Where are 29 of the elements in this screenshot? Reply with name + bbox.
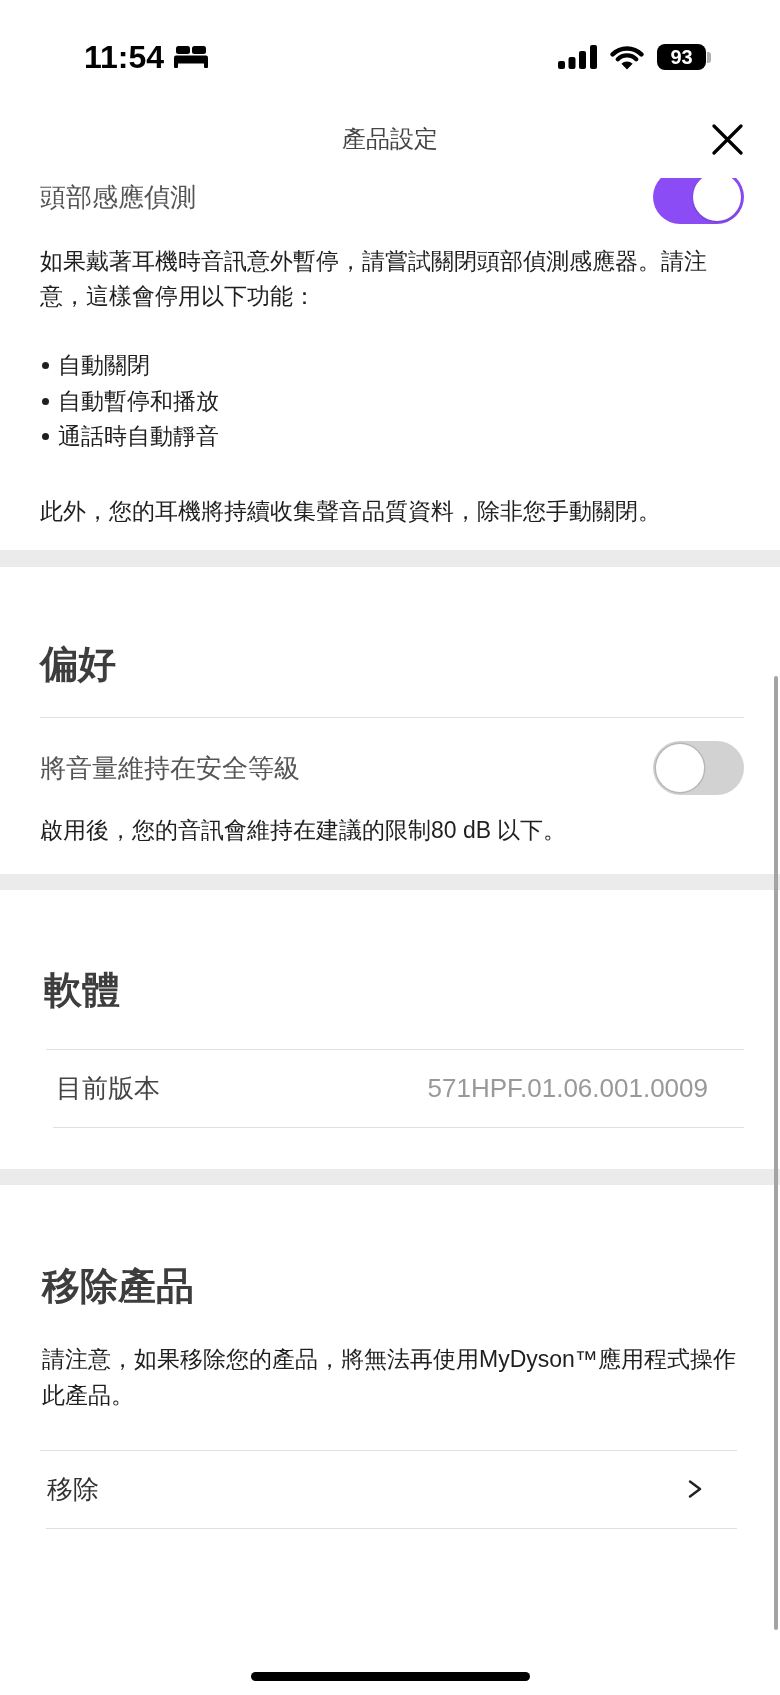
bullet-icon	[42, 362, 49, 370]
section-heading: 軟體	[44, 967, 120, 1013]
info-label: 目前版本	[56, 1071, 160, 1105]
description-text: 此外，您的耳機將持續收集聲音品質資料，除非您手動關閉。	[40, 496, 662, 526]
list-item: 通話時自動靜音	[58, 422, 219, 452]
close-icon	[712, 123, 743, 155]
description-text: 如果戴著耳機時音訊意外暫停，請嘗試關閉頭部偵測感應器。請注意，這樣會停用以下功能：	[40, 247, 708, 311]
chevron-right-icon	[688, 1480, 702, 1498]
wifi-icon	[610, 44, 644, 70]
section-heading: 偏好	[40, 641, 116, 687]
section-heading: 移除產品	[42, 1263, 194, 1309]
bed-icon	[174, 46, 209, 68]
description-text: 請注意，如果移除您的產品，將無法再使用MyDyson™應用程式操作此產品。	[42, 1344, 737, 1410]
page-title: 產品設定	[342, 124, 438, 154]
toggle-switch[interactable]	[653, 178, 744, 224]
bullet-icon	[42, 433, 49, 441]
close-button[interactable]	[712, 123, 743, 155]
list-item: 自動關閉	[58, 351, 150, 381]
status-time: 11:54	[84, 41, 165, 73]
setting-label: 將音量維持在安全等級	[40, 751, 300, 785]
toggle-switch[interactable]	[653, 740, 744, 795]
signal-icon	[558, 45, 597, 69]
battery-cap-icon	[707, 51, 711, 63]
bullet-icon	[42, 397, 49, 405]
battery-level: 93	[657, 44, 706, 70]
info-value: 571HPF.01.06.001.0009	[427, 1072, 708, 1104]
list-item: 自動暫停和播放	[58, 386, 219, 416]
setting-label: 頭部感應偵測	[40, 181, 196, 214]
description-text: 啟用後，您的音訊會維持在建議的限制80 dB 以下。	[40, 815, 568, 845]
